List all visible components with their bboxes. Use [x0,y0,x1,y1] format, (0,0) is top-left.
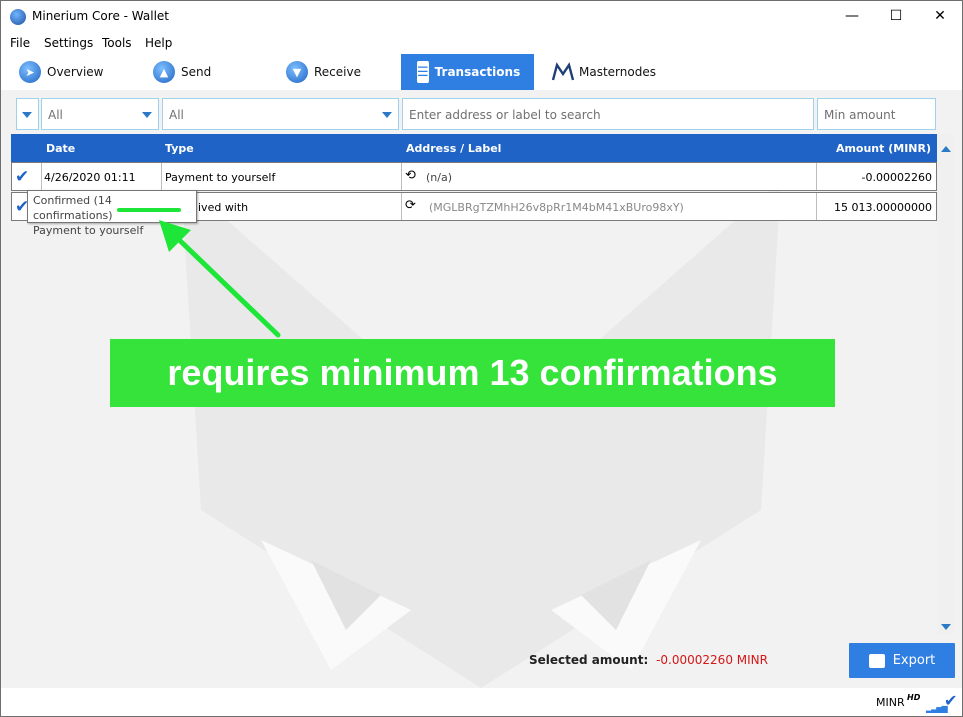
date-filter-select[interactable]: All [41,98,159,130]
maximize-button[interactable]: ☐ [873,1,919,32]
search-placeholder: Enter address or label to search [409,108,601,122]
status-bar: MINR HD ▂▃▅▆ ✔ [1,688,962,716]
export-button[interactable]: Export [849,643,955,678]
tab-overview-label: Overview [47,65,104,79]
col-address[interactable]: Address / Label [406,142,501,155]
row-amount: 15 013.00000000 [834,201,932,214]
synced-check-icon: ✔ [944,691,958,710]
min-amount-input[interactable]: Min amount [817,98,936,130]
col-type[interactable]: Type [165,142,194,155]
row-address: (n/a) [426,171,453,184]
menu-settings[interactable]: Settings [44,36,93,50]
hd-wallet-icon: HD [907,693,921,702]
menu-bar: File Settings Tools Help [1,32,962,54]
menu-help[interactable]: Help [145,36,172,50]
transactions-icon: ☰ [417,61,429,83]
tab-transactions[interactable]: ☰ Transactions [401,54,534,90]
confirmed-check-icon: ✔ [15,167,30,187]
address-type-icon: ⟲ [405,168,416,183]
selected-amount-value: -0.00002260 MINR [656,653,768,667]
window-title: Minerium Core - Wallet [32,9,169,23]
type-filter-value: All [169,108,184,122]
tab-overview[interactable]: ➤ Overview [19,54,104,90]
chevron-down-icon [22,112,32,118]
table-header: Date Type Address / Label Amount (MINR) [11,134,937,162]
date-filter-value: All [48,108,63,122]
wallet-window: Minerium Core - Wallet — ☐ ✕ File Settin… [0,0,963,717]
tab-masternodes[interactable]: Masternodes [551,54,656,90]
tab-receive[interactable]: ▼ Receive [286,54,361,90]
transactions-view: All All Enter address or label to search… [1,90,962,688]
min-amount-placeholder: Min amount [824,108,896,122]
close-button[interactable]: ✕ [917,1,963,32]
vertical-scrollbar[interactable] [937,134,954,634]
export-icon [868,653,885,668]
menu-tools[interactable]: Tools [102,36,132,50]
overview-icon: ➤ [19,61,41,83]
col-date[interactable]: Date [46,142,75,155]
search-input[interactable]: Enter address or label to search [402,98,814,130]
tab-send-label: Send [181,65,212,79]
send-icon: ▲ [153,61,175,83]
scroll-down-icon[interactable] [941,624,951,630]
row-type: Payment to yourself [165,171,276,184]
minimize-button[interactable]: — [829,1,875,32]
export-label: Export [892,653,936,668]
annotation-banner: requires minimum 13 confirmations [110,339,835,407]
nav-toolbar: ➤ Overview ▲ Send ▼ Receive ☰ Transactio… [1,54,962,90]
row-amount: -0.00002260 [861,171,932,184]
annotation-arrow-icon [159,220,281,338]
address-type-icon: ⟳ [405,198,416,213]
app-logo-icon [10,9,26,25]
tab-send[interactable]: ▲ Send [153,54,211,90]
col-amount[interactable]: Amount (MINR) [836,142,931,155]
type-filter-select[interactable]: All [162,98,399,130]
masternodes-icon [551,62,575,81]
table-row[interactable]: ✔ 4/26/2020 01:11 Payment to yourself ⟲ … [11,162,937,191]
chevron-down-icon [142,112,152,118]
tab-receive-label: Receive [314,65,361,79]
scroll-up-icon[interactable] [941,146,951,152]
watch-only-filter[interactable] [16,98,39,130]
tab-masternodes-label: Masternodes [579,65,656,79]
unit-label[interactable]: MINR [876,696,905,709]
title-bar: Minerium Core - Wallet — ☐ ✕ [1,1,962,32]
chevron-down-icon [382,112,392,118]
row-address: (MGLBRgTZMhH26v8pRr1M4bM41xBUro98xY) [429,201,684,214]
receive-icon: ▼ [286,61,308,83]
menu-file[interactable]: File [10,36,30,50]
selected-amount: Selected amount: -0.00002260 MINR [529,653,768,667]
selected-amount-label: Selected amount: [529,653,649,667]
row-date: 4/26/2020 01:11 [44,171,136,184]
tab-transactions-label: Transactions [434,65,521,79]
